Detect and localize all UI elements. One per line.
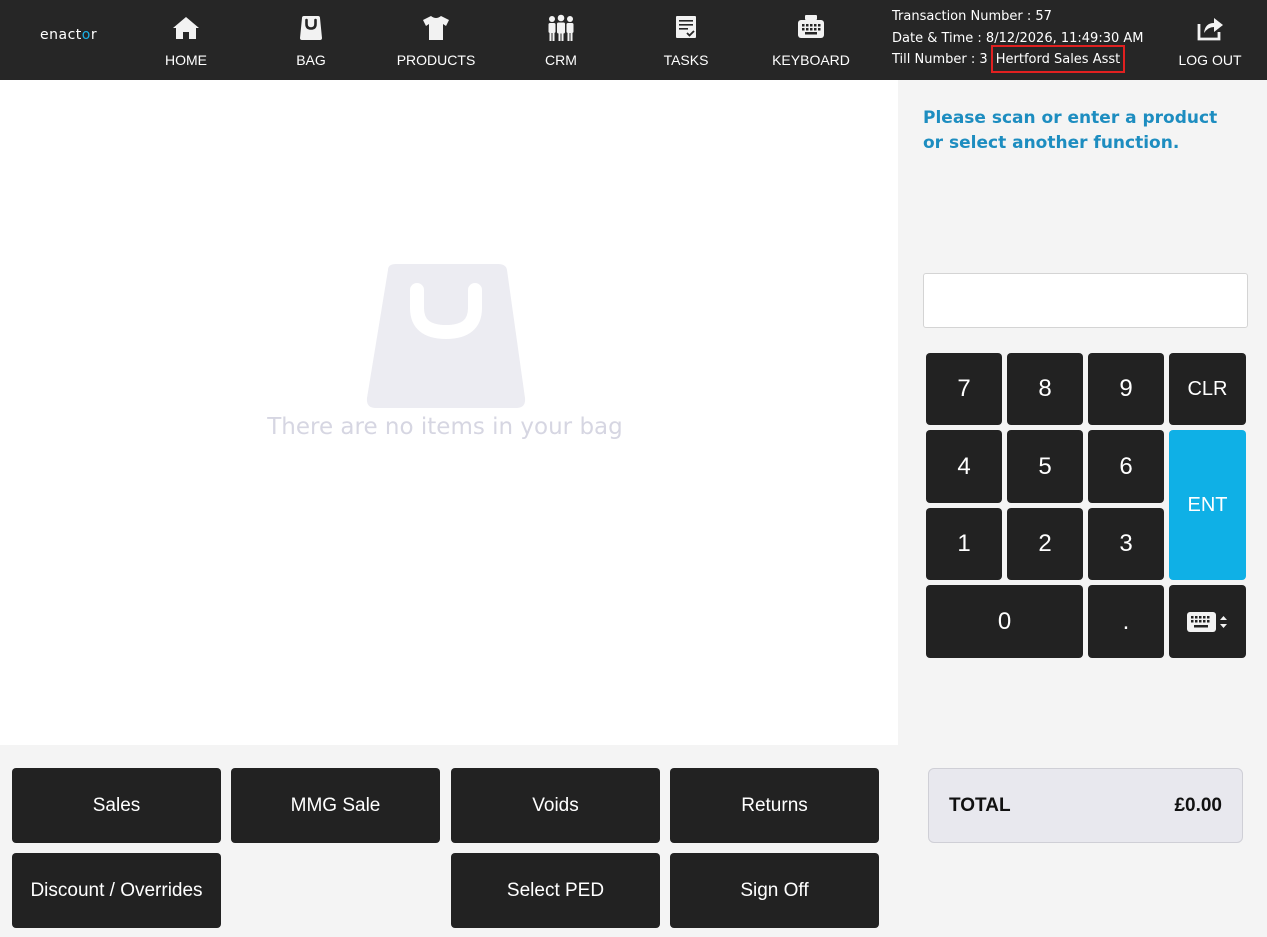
key-4[interactable]: 4	[926, 430, 1002, 503]
nav-tasks-label: TASKS	[663, 52, 709, 68]
people-icon	[548, 14, 574, 41]
nav-keyboard[interactable]: KEYBOARD	[756, 0, 866, 80]
key-3[interactable]: 3	[1088, 508, 1164, 580]
nav-products-label: PRODUCTS	[396, 52, 476, 68]
voids-button[interactable]: Voids	[451, 768, 660, 843]
nav-home[interactable]: HOME	[131, 0, 241, 80]
enter-button[interactable]: ENT	[1169, 430, 1246, 580]
right-panel: Please scan or enter a product or select…	[898, 80, 1267, 937]
keyboard-toggle-button[interactable]	[1169, 585, 1246, 658]
mmg-sale-button[interactable]: MMG Sale	[231, 768, 440, 843]
key-decimal[interactable]: .	[1088, 585, 1164, 658]
total-label: TOTAL	[949, 794, 1011, 816]
logout-button[interactable]: LOG OUT	[1155, 0, 1265, 80]
share-icon	[1197, 18, 1223, 41]
top-bar: enactor HOME BAG PRODUCTS CRM TASKS KEYB…	[0, 0, 1267, 80]
nav-home-label: HOME	[165, 52, 207, 68]
shopping-bag-icon	[366, 264, 526, 408]
sales-button[interactable]: Sales	[12, 768, 221, 843]
key-7[interactable]: 7	[926, 353, 1002, 425]
bag-area: There are no items in your bag	[0, 80, 898, 745]
key-0[interactable]: 0	[926, 585, 1083, 658]
nav-bag-label: BAG	[296, 52, 326, 68]
total-value: £0.00	[1174, 794, 1222, 816]
bag-icon	[300, 16, 322, 40]
transaction-number: Transaction Number : 57	[892, 9, 1052, 24]
till-user-label: Hertford Sales Asst	[991, 45, 1125, 73]
product-entry-input[interactable]	[923, 273, 1248, 328]
function-buttons: Sales MMG Sale Voids Returns Discount / …	[0, 745, 898, 937]
enactor-logo: enactor	[40, 27, 97, 43]
tasks-icon	[676, 16, 696, 38]
nav-bag[interactable]: BAG	[256, 0, 366, 80]
keyboard-icon	[798, 15, 824, 38]
sign-off-button[interactable]: Sign Off	[670, 853, 879, 928]
home-icon	[173, 17, 199, 39]
nav-products[interactable]: PRODUCTS	[381, 0, 491, 80]
scan-prompt: Please scan or enter a product or select…	[923, 108, 1218, 153]
nav-keyboard-label: KEYBOARD	[772, 52, 850, 68]
discount-overrides-button[interactable]: Discount / Overrides	[12, 853, 221, 928]
tshirt-icon	[423, 16, 449, 40]
returns-button[interactable]: Returns	[670, 768, 879, 843]
key-1[interactable]: 1	[926, 508, 1002, 580]
select-ped-button[interactable]: Select PED	[451, 853, 660, 928]
nav-crm-label: CRM	[545, 52, 577, 68]
clear-button[interactable]: CLR	[1169, 353, 1246, 425]
nav-tasks[interactable]: TASKS	[631, 0, 741, 80]
key-5[interactable]: 5	[1007, 430, 1083, 503]
nav-crm[interactable]: CRM	[506, 0, 616, 80]
empty-bag-message: There are no items in your bag	[267, 414, 623, 440]
logout-label: LOG OUT	[1178, 52, 1242, 68]
logo-text-suffix: r	[90, 27, 98, 43]
logo-text-accent: o	[81, 27, 91, 43]
key-9[interactable]: 9	[1088, 353, 1164, 425]
keyboard-toggle-icon	[1186, 611, 1227, 632]
pos-app: enactor HOME BAG PRODUCTS CRM TASKS KEYB…	[0, 0, 1267, 937]
total-box: TOTAL £0.00	[928, 768, 1243, 843]
key-8[interactable]: 8	[1007, 353, 1083, 425]
key-6[interactable]: 6	[1088, 430, 1164, 503]
key-2[interactable]: 2	[1007, 508, 1083, 580]
logo-text-prefix: enact	[40, 27, 82, 43]
